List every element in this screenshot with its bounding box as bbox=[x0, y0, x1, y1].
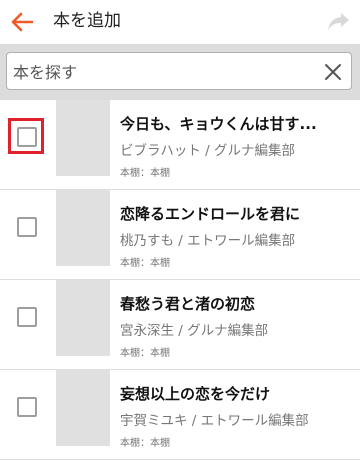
book-checkbox[interactable] bbox=[17, 397, 37, 417]
book-cover bbox=[56, 370, 110, 446]
book-shelf: 本棚：本棚 bbox=[120, 348, 170, 359]
book-row[interactable]: 妄想以上の恋を今だけ 宇賀ミユキ / エトワール編集部 本棚：本棚 bbox=[0, 370, 360, 460]
search-bar bbox=[0, 44, 360, 100]
search-input[interactable] bbox=[13, 59, 313, 85]
book-cover bbox=[56, 100, 110, 176]
book-author: 宇賀ミユキ / エトワール編集部 bbox=[120, 413, 309, 429]
book-shelf: 本棚：本棚 bbox=[120, 168, 170, 179]
search-box bbox=[6, 52, 352, 90]
book-author: ビブラハット / グルナ編集部 bbox=[120, 143, 295, 159]
book-row[interactable]: 恋降るエンドロールを君に 桃乃すも / エトワール編集部 本棚：本棚 bbox=[0, 190, 360, 280]
book-shelf: 本棚：本棚 bbox=[120, 258, 170, 269]
book-author: 桃乃すも / エトワール編集部 bbox=[120, 233, 296, 249]
close-icon bbox=[325, 64, 341, 80]
book-row[interactable]: 春愁う君と渚の初恋 宮永深生 / グルナ編集部 本棚：本棚 bbox=[0, 280, 360, 370]
arrow-left-icon bbox=[11, 12, 34, 32]
app-bar: 本を追加 bbox=[0, 0, 360, 44]
selection-highlight bbox=[8, 118, 44, 154]
back-button[interactable] bbox=[6, 6, 38, 38]
book-author: 宮永深生 / グルナ編集部 bbox=[120, 323, 269, 339]
book-row[interactable]: 今日も、キョウくんは甘す... ビブラハット / グルナ編集部 本棚：本棚 bbox=[0, 100, 360, 190]
book-title: 今日も、キョウくんは甘す... bbox=[120, 115, 317, 133]
page-title: 本を追加 bbox=[53, 11, 121, 31]
book-title: 春愁う君と渚の初恋 bbox=[120, 295, 256, 313]
clear-button[interactable] bbox=[321, 60, 345, 84]
book-cover bbox=[56, 280, 110, 356]
share-icon bbox=[328, 13, 349, 30]
book-list: 今日も、キョウくんは甘す... ビブラハット / グルナ編集部 本棚：本棚 恋降… bbox=[0, 100, 360, 460]
book-shelf: 本棚：本棚 bbox=[120, 438, 170, 449]
share-button[interactable] bbox=[324, 8, 352, 36]
book-cover bbox=[56, 190, 110, 266]
book-checkbox[interactable] bbox=[17, 307, 37, 327]
book-checkbox[interactable] bbox=[17, 217, 37, 237]
book-title: 恋降るエンドロールを君に bbox=[120, 205, 301, 223]
book-title: 妄想以上の恋を今だけ bbox=[120, 385, 271, 403]
